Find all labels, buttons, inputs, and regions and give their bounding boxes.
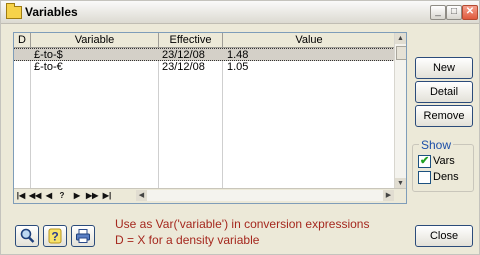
first-record-button[interactable]: |◀ (16, 190, 26, 201)
window-title: Variables (25, 5, 78, 19)
vars-label[interactable]: Vars (433, 155, 455, 167)
remove-button[interactable]: Remove (415, 105, 473, 127)
detail-button[interactable]: Detail (415, 81, 473, 103)
prev-page-button[interactable]: ◀◀ (29, 190, 41, 201)
print-button[interactable] (71, 225, 95, 247)
new-button[interactable]: New (415, 57, 473, 79)
column-header-variable[interactable]: Variable (31, 33, 159, 48)
next-record-button[interactable]: ▶ (72, 190, 82, 201)
magnifier-icon (20, 228, 35, 243)
folder-icon (6, 3, 22, 19)
vars-checkbox[interactable]: ✔ (418, 155, 431, 168)
table-row[interactable]: £-to-€ 23/12/08 1.05 (14, 61, 395, 73)
cell-effective: 23/12/08 (162, 61, 205, 73)
horizontal-scrollbar[interactable]: ◀ ▶ (136, 190, 394, 201)
column-header-value[interactable]: Value (223, 33, 396, 48)
usage-hint: Use as Var('variable') in conversion exp… (115, 217, 370, 231)
title-bar: Variables _ □ ✕ (1, 1, 479, 24)
cell-variable: £-to-$ (34, 49, 63, 61)
help-icon: ? (48, 228, 62, 244)
dens-checkbox[interactable] (418, 171, 431, 184)
dens-label[interactable]: Dens (433, 171, 459, 183)
vertical-scrollbar[interactable]: ▲ ▼ (394, 33, 406, 189)
minimize-button[interactable]: _ (430, 5, 446, 20)
density-hint: D = X for a density variable (115, 233, 260, 247)
cell-variable: £-to-€ (34, 61, 63, 73)
svg-text:?: ? (51, 230, 58, 244)
cell-value: 1.48 (227, 49, 249, 61)
prev-record-button[interactable]: ◀ (44, 190, 54, 201)
cell-value: 1.05 (227, 61, 249, 73)
next-page-button[interactable]: ▶▶ (86, 190, 98, 201)
show-group-title: Show (419, 138, 454, 152)
column-header-effective[interactable]: Effective (159, 33, 223, 48)
help-button[interactable]: ? (43, 225, 67, 247)
printer-icon (76, 229, 90, 243)
variables-grid[interactable]: D Variable Effective Value £-to-$ 23/12/… (13, 32, 407, 204)
scroll-thumb[interactable] (396, 46, 406, 60)
search-button[interactable] (15, 225, 39, 247)
checkmark-icon: ✔ (420, 155, 430, 167)
maximize-button[interactable]: □ (446, 5, 462, 20)
help-record-button[interactable]: ? (57, 190, 67, 201)
scroll-up-icon[interactable]: ▲ (395, 33, 406, 44)
scroll-right-icon[interactable]: ▶ (383, 190, 394, 201)
last-record-button[interactable]: ▶| (102, 190, 112, 201)
close-button[interactable]: Close (415, 225, 473, 247)
record-navigator: |◀ ◀◀ ◀ ? ▶ ▶▶ ▶| ◀ ▶ (14, 188, 406, 203)
column-header-d[interactable]: D (14, 33, 31, 48)
cell-effective: 23/12/08 (162, 49, 205, 61)
variables-window: Variables _ □ ✕ D Variable Effective Val… (0, 0, 480, 255)
close-window-button[interactable]: ✕ (462, 5, 478, 20)
table-row[interactable]: £-to-$ 23/12/08 1.48 (14, 48, 395, 61)
scroll-left-icon[interactable]: ◀ (136, 190, 147, 201)
